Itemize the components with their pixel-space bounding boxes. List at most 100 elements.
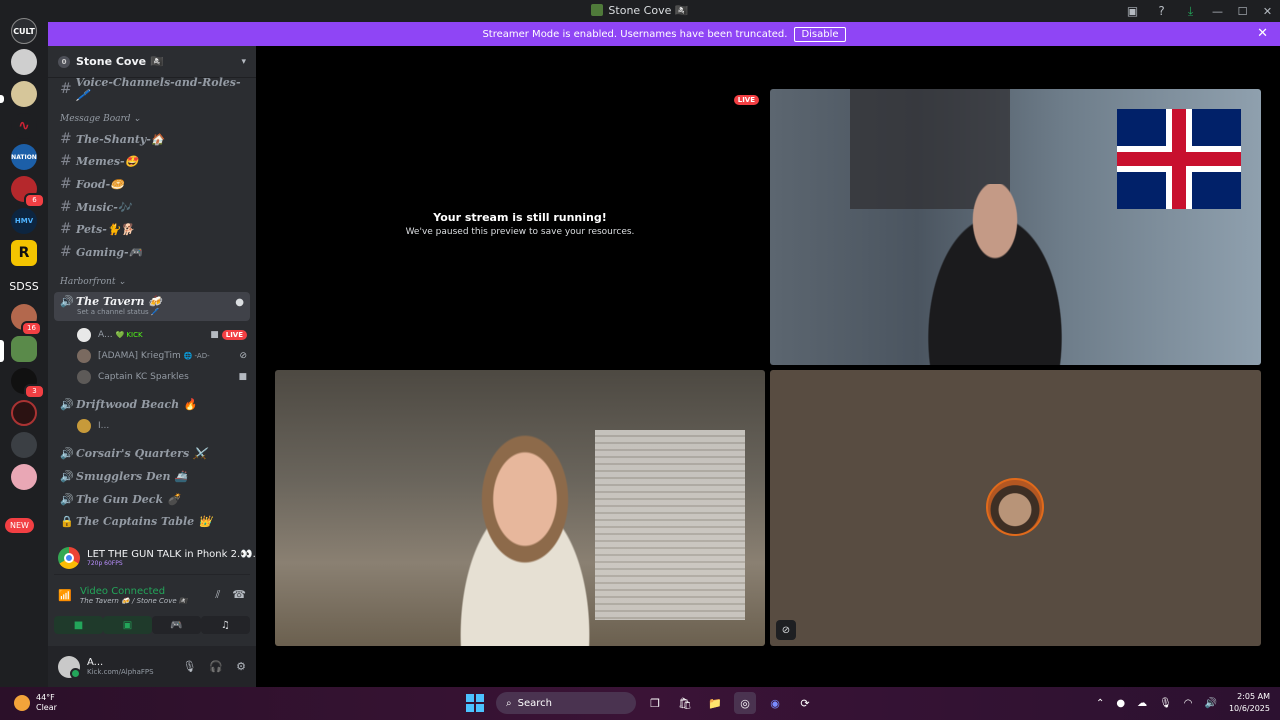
video-feed-person (910, 184, 1080, 365)
discord-icon[interactable]: ◉ (764, 692, 786, 714)
server-icon-stone-cove[interactable] (11, 336, 37, 362)
server-icon[interactable]: ∿ (11, 113, 37, 139)
search-box[interactable]: ⌕ Search (496, 692, 636, 714)
minimize-button[interactable]: — (1205, 0, 1230, 22)
chrome-icon (58, 546, 80, 569)
store-icon[interactable]: 🛍 (674, 692, 696, 714)
camera-icon: ■ (210, 330, 219, 340)
channel-music[interactable]: # Music-🎶 (54, 197, 250, 217)
avatar-tile[interactable]: ⊘ (770, 370, 1261, 646)
tray-app-icon[interactable]: ☁ (1137, 698, 1147, 709)
video-tile[interactable] (275, 370, 765, 646)
volume-icon[interactable]: 🔊 (1205, 698, 1217, 709)
channel-sidebar: 0 Stone Cove 🏴‍☠️ ▾ # Voice-Channels-and-… (48, 46, 271, 687)
chevron-up-icon[interactable]: ⌃ (1096, 698, 1104, 709)
home-server-icon[interactable]: CULT (11, 18, 37, 44)
voice-channel-the-gun-deck[interactable]: 🔊 The Gun Deck 💣 (54, 489, 250, 509)
tray-app-icon[interactable]: ● (1116, 698, 1125, 709)
camera-button[interactable]: ■ (54, 616, 103, 634)
signal-icon[interactable]: 📶 (58, 589, 80, 602)
avatar[interactable] (58, 655, 81, 679)
inbox-icon[interactable]: ▣ (1118, 0, 1147, 22)
wifi-icon[interactable]: ◠ (1184, 698, 1193, 709)
server-icon-sdss[interactable]: SDSS (9, 273, 39, 299)
guild-header[interactable]: 0 Stone Cove 🏴‍☠️ ▾ (48, 46, 256, 78)
server-icon[interactable] (11, 49, 37, 75)
hash-icon: # (60, 131, 72, 147)
voice-user[interactable]: A... 💚 KICK ■ LIVE (77, 325, 247, 345)
windows-start-icon[interactable] (466, 694, 484, 712)
chrome-taskbar-icon[interactable]: ◎ (734, 692, 756, 714)
close-button[interactable]: ✕ (1255, 0, 1280, 22)
disconnect-icon[interactable]: ☎ (232, 588, 246, 602)
chevron-down-icon[interactable]: ▾ (241, 57, 246, 67)
stream-tile[interactable]: LIVE Your stream is still running! We've… (275, 89, 765, 365)
server-icon[interactable] (11, 464, 37, 490)
microphone-icon[interactable]: 🎙 (1159, 698, 1172, 709)
activities-button[interactable]: 🎮 (152, 616, 201, 634)
guild-boost-icon: 0 (58, 55, 70, 68)
help-icon[interactable]: ? (1147, 0, 1176, 22)
hash-icon: # (60, 199, 72, 215)
chat-bubble-icon[interactable]: ● (235, 297, 244, 308)
download-icon[interactable]: ⤓ (1176, 0, 1205, 22)
category-harborfront[interactable]: Harborfront ⌄ (60, 277, 126, 287)
mention-badge: 6 (24, 193, 45, 208)
voice-channel-the-tavern[interactable]: 🔊 The Tavern 🍻 Set a channel status 🖊️ ● (54, 292, 250, 321)
channel-pets[interactable]: # Pets-🐈🐕 (54, 219, 250, 239)
server-icon[interactable] (11, 432, 37, 458)
voice-user[interactable]: Captain KC Sparkles ■ (77, 367, 247, 387)
server-icon[interactable]: NATION (11, 144, 37, 170)
weather-moon-icon (14, 695, 30, 711)
maximize-button[interactable]: ☐ (1230, 0, 1255, 22)
category-message-board[interactable]: Message Board ⌄ (60, 114, 141, 124)
voice-connection-panel: 📶 Video Connected The Tavern 🍻 / Stone C… (54, 580, 250, 610)
voice-status[interactable]: Video Connected (80, 586, 188, 597)
activity-panel[interactable]: LET THE GUN TALK in Phonk 2.👀... 720p 60… (54, 541, 271, 575)
microphone-icon[interactable]: 🎙 (182, 660, 196, 673)
channel-memes[interactable]: # Memes-🤩 (54, 151, 250, 171)
new-badge: NEW (5, 518, 34, 533)
video-tile[interactable] (770, 89, 1261, 365)
temperature: 44°F (36, 693, 55, 702)
screenshare-button[interactable]: ▣ (103, 616, 152, 634)
file-explorer-icon[interactable]: 📁 (704, 692, 726, 714)
voice-channel-captains-table[interactable]: 🔒 The Captains Table 👑 (54, 511, 250, 531)
soundboard-button[interactable]: ♫ (201, 616, 250, 634)
headphones-icon[interactable]: 🎧 (209, 660, 223, 673)
noise-suppression-icon[interactable]: ⫽ (215, 588, 220, 602)
voice-user[interactable]: I... (77, 416, 247, 436)
voice-channel-driftwood-beach[interactable]: 🔊 Driftwood Beach 🔥 (54, 394, 250, 414)
paused-message: Your stream is still running! We've paus… (275, 211, 765, 237)
username[interactable]: A... (87, 657, 154, 668)
disable-button[interactable]: Disable (794, 26, 846, 42)
server-icon[interactable] (11, 81, 37, 107)
voice-location[interactable]: The Tavern 🍻 / Stone Cove 🏴‍☠️ (80, 597, 188, 605)
weather-widget[interactable]: 44°F Clear (14, 693, 57, 713)
channel-voice-channels-roles[interactable]: # Voice-Channels-and-Roles-🖊️ (54, 76, 250, 102)
app-icon[interactable]: ⟳ (794, 692, 816, 714)
close-banner-icon[interactable]: ✕ (1257, 26, 1268, 41)
server-icon[interactable]: R (11, 240, 37, 266)
server-icon[interactable] (11, 400, 37, 426)
voice-user[interactable]: [ADAMA] KriegTim 🌐 -AD- ⊘ (77, 346, 247, 366)
channel-the-shanty[interactable]: # The-Shanty-🏠 (54, 129, 250, 149)
gear-icon[interactable]: ⚙ (236, 660, 246, 673)
server-icon[interactable]: HMV (11, 208, 37, 234)
task-view-icon[interactable]: ❐ (644, 692, 666, 714)
clock[interactable]: 2:05 AM 10/6/2025 (1229, 691, 1270, 715)
streamer-mode-banner: Streamer Mode is enabled. Usernames have… (48, 22, 1280, 46)
unread-pill (0, 95, 4, 103)
speaker-icon: 🔊 (60, 446, 74, 460)
guild-name: Stone Cove 🏴‍☠️ (76, 55, 164, 68)
user-status: Kick.com/AlphaFPS (87, 668, 154, 676)
lock-icon: 🔒 (60, 514, 74, 528)
voice-channel-smugglers-den[interactable]: 🔊 Smugglers Den 🚢 (54, 466, 250, 486)
channel-status[interactable]: Set a channel status 🖊️ (77, 308, 160, 316)
channel-food[interactable]: # Food-🥯 (54, 174, 250, 194)
banner-text: Streamer Mode is enabled. Usernames have… (482, 28, 788, 40)
voice-channel-corsairs-quarters[interactable]: 🔊 Corsair's Quarters ⚔️ (54, 443, 250, 463)
speaker-icon: 🔊 (60, 295, 74, 308)
channel-gaming[interactable]: # Gaming-🎮 (54, 242, 250, 262)
live-badge: LIVE (221, 330, 247, 340)
